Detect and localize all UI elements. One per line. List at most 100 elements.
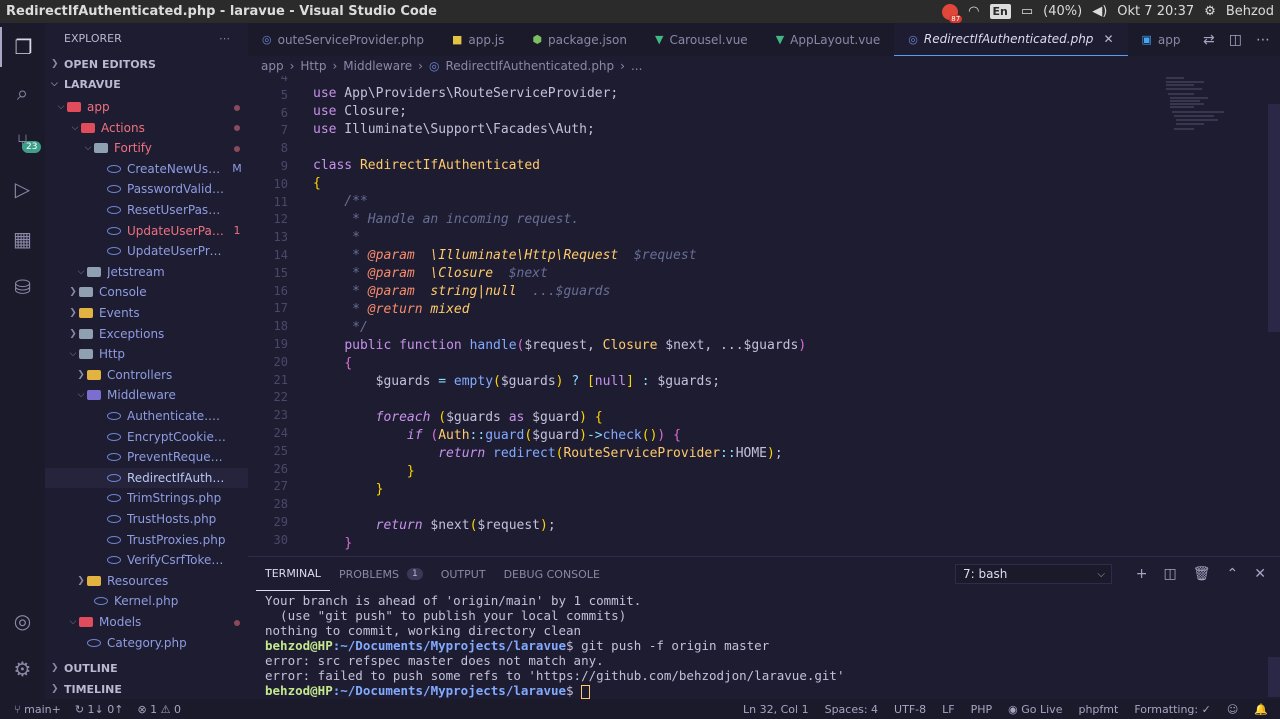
problems-indicator[interactable]: ⊗ 1 ⚠ 0 [137,703,181,716]
tree-file-authenticate[interactable]: Authenticate.php [45,406,248,426]
eol[interactable]: LF [942,703,954,716]
tree-folder-http[interactable]: ⌵ Http [45,344,248,364]
language-mode[interactable]: PHP [971,703,993,716]
tab-problems[interactable]: PROBLEMS 1 [330,557,432,591]
tab-routeserviceprovider[interactable]: ◎ outeServiceProvider.php [248,23,438,56]
volume-icon[interactable]: ◀) [1092,4,1107,19]
tree-folder-middleware[interactable]: ⌵ Middleware [45,385,248,405]
search-icon[interactable]: ⌕ [0,73,45,113]
open-editors-label: OPEN EDITORS [64,57,156,71]
split-terminal-icon[interactable]: ◫ [1164,566,1177,582]
breadcrumb-item[interactable]: Http [300,59,326,73]
tree-folder-app[interactable]: ⌵ app [45,97,248,117]
chevron-up-icon[interactable]: ⌃ [1227,566,1239,582]
tree-file-resetuserpassword[interactable]: ResetUserPassword... [45,200,248,220]
tab-redirectifauthenticated[interactable]: ◎ RedirectIfAuthenticated.php ✕ [894,23,1128,56]
wifi-icon[interactable]: ◠ [968,4,979,19]
indentation[interactable]: Spaces: 4 [825,703,878,716]
tree-file-preventrequests[interactable]: PreventRequestsDu... [45,447,248,467]
phpfmt-status[interactable]: phpfmt [1078,703,1118,716]
tab-applayout-vue[interactable]: ▼ AppLayout.vue [762,23,895,56]
tree-folder-models[interactable]: ⌵ Models [45,612,248,632]
tab-terminal[interactable]: TERMINAL [256,557,330,591]
run-debug-icon[interactable]: ▷ [0,169,45,209]
split-editor-icon[interactable]: ◫ [1229,32,1242,48]
settings-gear-icon[interactable]: ⚙ [0,649,45,689]
tree-folder-controllers[interactable]: ❯ Controllers [45,365,248,385]
extensions-icon[interactable]: ▦ [0,219,45,259]
battery-icon[interactable]: ▭ [1021,4,1033,19]
breadcrumb-item[interactable]: app [261,59,284,73]
tab-app-css[interactable]: ▣ app [1128,23,1185,56]
tree-folder-events[interactable]: ❯ Events [45,303,248,323]
tree-file-createnewuser[interactable]: CreateNewUse... M [45,159,248,179]
trash-icon[interactable]: 🗑 [1193,566,1211,582]
tree-folder-actions[interactable]: ⌵ Actions [45,118,248,138]
terminal-scrollbar[interactable] [1268,657,1280,697]
tree-folder-resources[interactable]: ❯ Resources [45,571,248,591]
tree-folder-jetstream[interactable]: ⌵ Jetstream [45,262,248,282]
terminal-output[interactable]: Your branch is ahead of 'origin/main' by… [265,593,844,699]
database-icon[interactable]: ⛁ [0,267,45,307]
encoding[interactable]: UTF-8 [894,703,926,716]
tree-file-trustproxies[interactable]: TrustProxies.php [45,530,248,550]
terminal-prompt-line[interactable]: behzod@HP:~/Documents/Myprojects/laravue… [265,683,844,699]
project-section[interactable]: ⌵ LARAVUE [45,74,248,94]
breadcrumb-item[interactable]: RedirectIfAuthenticated.php [445,59,614,73]
explorer-icon[interactable]: ❐ [0,27,45,67]
tab-output[interactable]: OUTPUT [432,557,495,591]
tab-debug-console[interactable]: DEBUG CONSOLE [495,557,609,591]
close-icon[interactable]: ✕ [1103,32,1113,46]
open-editors-section[interactable]: ❯ OPEN EDITORS [45,54,248,74]
formatting-status[interactable]: Formatting: ✓ [1134,703,1211,716]
chevron-right-icon: ❯ [77,369,85,380]
timeline-section[interactable]: ❯ TIMELINE [45,679,248,699]
tree-folder-console[interactable]: ❯ Console [45,282,248,302]
outline-section[interactable]: ❯ OUTLINE [45,658,248,678]
tree-file-updateuserprofile[interactable]: UpdateUserProfileI... [45,241,248,261]
tree-file-kernel[interactable]: Kernel.php [45,591,248,611]
tree-file-trusthosts[interactable]: TrustHosts.php [45,509,248,529]
account-icon[interactable]: ◎ [0,601,45,641]
go-live-button[interactable]: ◉ Go Live [1008,703,1062,716]
tree-file-verifycsrftoken[interactable]: VerifyCsrfToken.php [45,550,248,570]
tree-file-trimstrings[interactable]: TrimStrings.php [45,488,248,508]
tab-package-json[interactable]: ⬢ package.json [518,23,641,56]
tree-folder-exceptions[interactable]: ❯ Exceptions [45,324,248,344]
more-actions-icon[interactable]: ⋯ [1256,32,1270,48]
clock[interactable]: Okt 7 20:37 [1117,4,1194,19]
code-editor[interactable]: 4 5 6 7 8 9 10 11 12 13 14 15 16 17 18 19 20 21 22 23 24 25 26… [248,76,1280,550]
chevron-right-icon: › [620,59,625,73]
tree-file-updateuserpassword[interactable]: UpdateUserPas... 1 [45,221,248,241]
terminal-select[interactable]: 7: bash ⌵ [955,564,1112,584]
tree-file-encryptcookies[interactable]: EncryptCookies.php [45,427,248,447]
chrome-icon[interactable]: 87 [942,3,963,23]
tab-app-js[interactable]: ■ app.js [438,23,518,56]
language-indicator[interactable]: En [989,4,1011,19]
tree-file-passwordvalidation[interactable]: PasswordValidation... [45,179,248,199]
close-icon[interactable]: ✕ [1254,566,1266,582]
breadcrumb-item[interactable]: Middleware [343,59,412,73]
tree-item-label: RedirectIfAuthentic... [127,470,226,485]
tree-item-label: UpdateUserProfileI... [127,244,226,259]
tab-carousel-vue[interactable]: ▼ Carousel.vue [641,23,762,56]
breadcrumb-item[interactable]: ... [631,59,642,73]
bell-icon[interactable]: 🔔 [1254,703,1268,716]
tree-file-redirectifauthenticated[interactable]: RedirectIfAuthentic... [45,467,248,488]
feedback-icon[interactable]: ☺ [1227,703,1238,716]
sync-indicator[interactable]: ↻ 1↓ 0↑ [75,703,124,716]
add-terminal-icon[interactable]: + [1136,566,1148,582]
compare-icon[interactable]: ⇄ [1203,32,1215,48]
tree-folder-fortify[interactable]: ⌵ Fortify [45,138,248,158]
user-name[interactable]: Behzod [1226,4,1274,19]
branch-indicator[interactable]: ⑂ main+ [14,703,61,716]
editor-scrollbar[interactable] [1268,104,1280,332]
tab-label: OUTPUT [440,567,486,581]
more-actions-icon[interactable]: ⋯ [219,32,230,45]
cursor-position[interactable]: Ln 32, Col 1 [743,703,809,716]
tree-item-label: Http [99,347,126,362]
tree-file-category[interactable]: Category.php [45,633,248,653]
gear-icon[interactable]: ⚙ [1204,4,1216,19]
minimap[interactable] [1164,76,1264,136]
line-number: 28 [273,497,288,512]
